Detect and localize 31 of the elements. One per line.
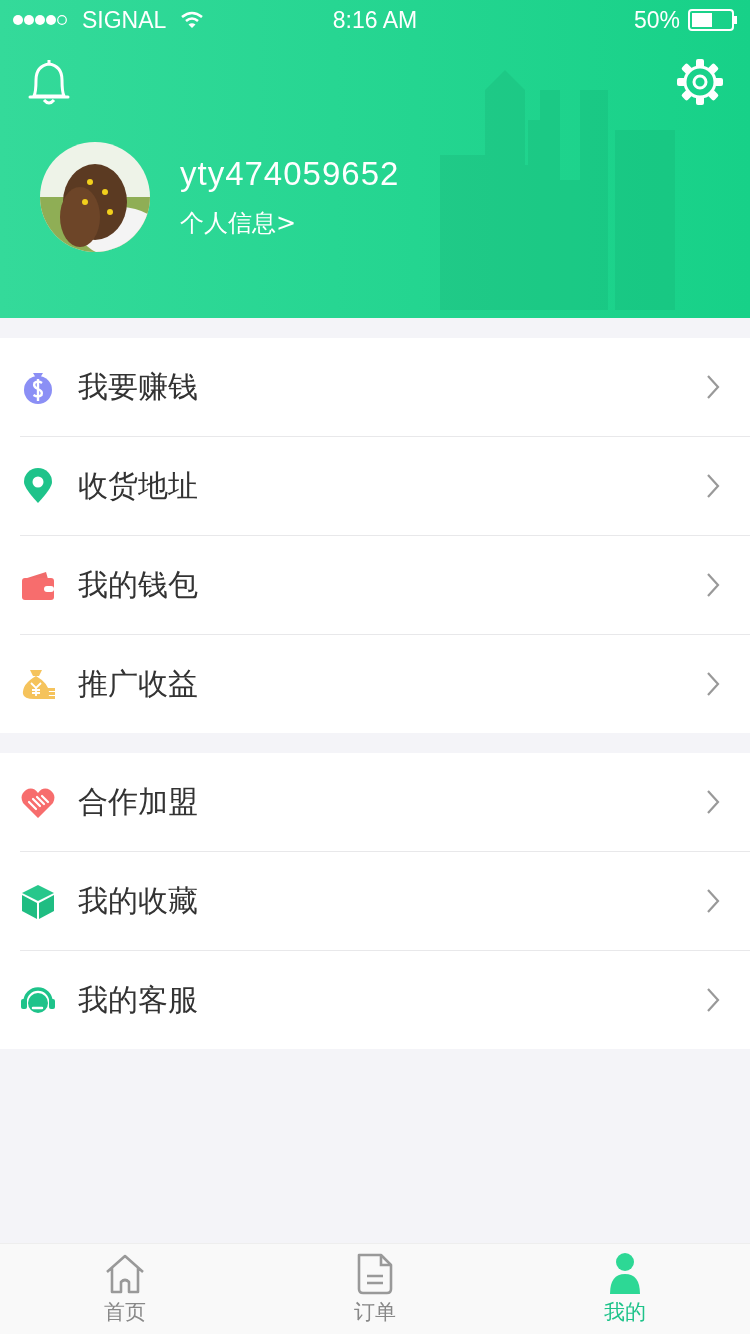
- settings-icon[interactable]: [676, 58, 724, 106]
- menu-item[interactable]: 合作加盟: [20, 753, 750, 852]
- menu-item[interactable]: 我的钱包: [20, 536, 750, 635]
- menu-item[interactable]: 收货地址: [20, 437, 750, 536]
- menu-item-label: 收货地址: [78, 466, 199, 505]
- username: yty474059652: [180, 155, 400, 193]
- chevron-right-icon: [706, 987, 720, 1013]
- menu-item[interactable]: 我的收藏: [20, 852, 750, 951]
- chevron-right-icon: [706, 789, 720, 815]
- menu-item[interactable]: 推广收益: [20, 635, 750, 733]
- menu-item-label: 我的客服: [78, 980, 199, 1019]
- chevron-right-icon: [706, 374, 720, 400]
- home-icon: [104, 1252, 146, 1296]
- chevron-right-icon: [706, 572, 720, 598]
- menu-item[interactable]: 我要赚钱: [20, 338, 750, 437]
- menu-item[interactable]: 我的客服: [20, 951, 750, 1049]
- chevron-right-icon: [706, 888, 720, 914]
- carrier-name: SIGNAL: [82, 6, 167, 34]
- chevron-right-icon: [706, 473, 720, 499]
- menu-item-label: 我的钱包: [78, 565, 199, 604]
- chevron-right-icon: [706, 671, 720, 697]
- menu-item-label: 推广收益: [78, 664, 199, 703]
- menu-item-label: 合作加盟: [78, 782, 199, 821]
- menu-item-label: 我要赚钱: [78, 367, 199, 406]
- clock-time: 8:16 AM: [332, 6, 418, 34]
- menu-item-label: 我的收藏: [78, 881, 199, 920]
- cube-icon: [20, 883, 56, 919]
- battery-percent: 50%: [633, 6, 680, 34]
- wifi-icon: [180, 11, 205, 29]
- signal-icon: [12, 14, 68, 26]
- battery-icon: [688, 9, 738, 31]
